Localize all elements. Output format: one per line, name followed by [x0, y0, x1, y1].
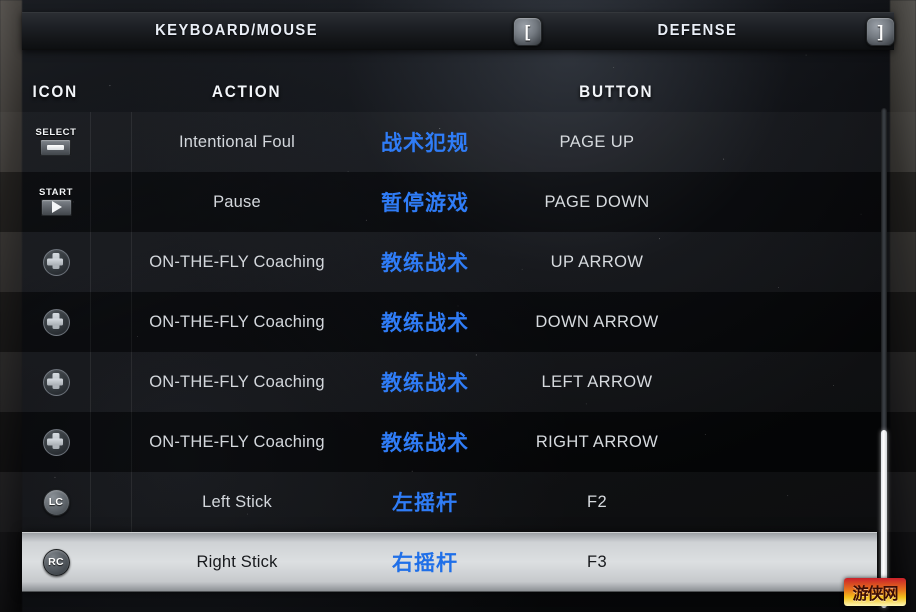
- bound-key: UP ARROW: [550, 252, 644, 271]
- bound-key: F3: [586, 552, 608, 571]
- action-name: Right Stick: [196, 552, 278, 571]
- table-row[interactable]: ON-THE-FLY Coaching 教练战术 LEFT ARROW: [0, 352, 916, 412]
- prev-page-key-icon[interactable]: [: [513, 17, 542, 46]
- bound-key: LEFT ARROW: [541, 372, 653, 391]
- icon-cell: [22, 292, 90, 352]
- icon-cell: [22, 232, 90, 292]
- dpad-icon: [42, 248, 70, 276]
- table-row[interactable]: RC Right Stick 右摇杆 F3: [0, 532, 916, 592]
- control-bindings-list: SELECT Intentional Foul 战术犯规 PAGE UP START Pa…: [0, 112, 916, 612]
- icon-cell: RC: [22, 532, 90, 592]
- action-name-translated: 教练战术: [381, 312, 469, 335]
- icon-label: SELECT: [35, 127, 77, 139]
- category-tab-bar: KEYBOARD/MOUSE DEFENSE: [22, 12, 894, 50]
- column-header-button: BUTTON: [579, 82, 654, 101]
- column-header-action: ACTION: [211, 82, 282, 101]
- icon-cell: LC: [22, 472, 90, 532]
- left-stick-icon: LC: [42, 488, 70, 516]
- action-name: Pause: [213, 192, 261, 211]
- icon-cell: [22, 352, 90, 412]
- action-name-translated: 暂停游戏: [381, 192, 469, 215]
- action-name-translated: 教练战术: [381, 432, 469, 455]
- action-name: ON-THE-FLY Coaching: [149, 432, 325, 451]
- action-name-translated: 教练战术: [381, 372, 469, 395]
- table-row[interactable]: SELECT Intentional Foul 战术犯规 PAGE UP: [0, 112, 916, 172]
- icon-cell: START: [22, 172, 90, 232]
- dpad-icon: [42, 428, 70, 456]
- watermark-text: 游侠网: [852, 586, 898, 603]
- bound-key: F2: [586, 492, 608, 511]
- table-row[interactable]: ON-THE-FLY Coaching 教练战术 DOWN ARROW: [0, 292, 916, 352]
- icon-label: START: [39, 187, 73, 199]
- action-name-translated: 右摇杆: [392, 552, 458, 575]
- right-stick-icon: RC: [42, 548, 70, 576]
- action-name: ON-THE-FLY Coaching: [149, 252, 325, 271]
- column-divider: [90, 232, 91, 292]
- column-divider: [90, 172, 91, 232]
- bound-key: PAGE UP: [559, 132, 635, 151]
- column-divider: [90, 472, 91, 532]
- bound-key: RIGHT ARROW: [535, 432, 659, 451]
- start-button-icon: START: [39, 188, 73, 216]
- select-button-icon: SELECT: [35, 128, 76, 156]
- next-page-key-icon[interactable]: ]: [866, 17, 895, 46]
- select-bar-icon: [47, 144, 65, 150]
- action-name: ON-THE-FLY Coaching: [149, 312, 325, 331]
- column-header-icon: ICON: [32, 82, 78, 101]
- icon-cell: [22, 412, 90, 472]
- column-divider: [90, 352, 91, 412]
- column-divider: [90, 292, 91, 352]
- action-name-translated: 教练战术: [381, 252, 469, 275]
- dpad-icon: [42, 308, 70, 336]
- column-divider: [90, 112, 91, 172]
- tab-defense[interactable]: DEFENSE: [657, 22, 737, 40]
- dpad-icon: [42, 368, 70, 396]
- column-divider: [90, 412, 91, 472]
- action-name: ON-THE-FLY Coaching: [149, 372, 325, 391]
- icon-pad: [40, 138, 72, 156]
- bound-key: DOWN ARROW: [535, 312, 659, 331]
- scrollbar-track[interactable]: [881, 108, 887, 608]
- icon-pad: [40, 198, 72, 216]
- site-watermark: 游侠网: [844, 578, 906, 606]
- table-column-headers: ICON ACTION BUTTON: [0, 82, 916, 112]
- play-triangle-icon: [52, 201, 62, 214]
- table-row[interactable]: ON-THE-FLY Coaching 教练战术 RIGHT ARROW: [0, 412, 916, 472]
- table-row[interactable]: ON-THE-FLY Coaching 教练战术 UP ARROW: [0, 232, 916, 292]
- icon-cell: SELECT: [22, 112, 90, 172]
- table-row[interactable]: START Pause 暂停游戏 PAGE DOWN: [0, 172, 916, 232]
- action-name-translated: 左摇杆: [392, 492, 458, 515]
- table-row[interactable]: LC Left Stick 左摇杆 F2: [0, 472, 916, 532]
- bound-key: PAGE DOWN: [544, 192, 650, 211]
- action-name: Left Stick: [202, 492, 272, 511]
- tab-keyboard-mouse[interactable]: KEYBOARD/MOUSE: [155, 22, 318, 40]
- action-name: Intentional Foul: [178, 132, 296, 151]
- controls-settings-screen: KEYBOARD/MOUSE DEFENSE [ ] ICON ACTION B…: [0, 0, 916, 612]
- action-name-translated: 战术犯规: [381, 132, 469, 155]
